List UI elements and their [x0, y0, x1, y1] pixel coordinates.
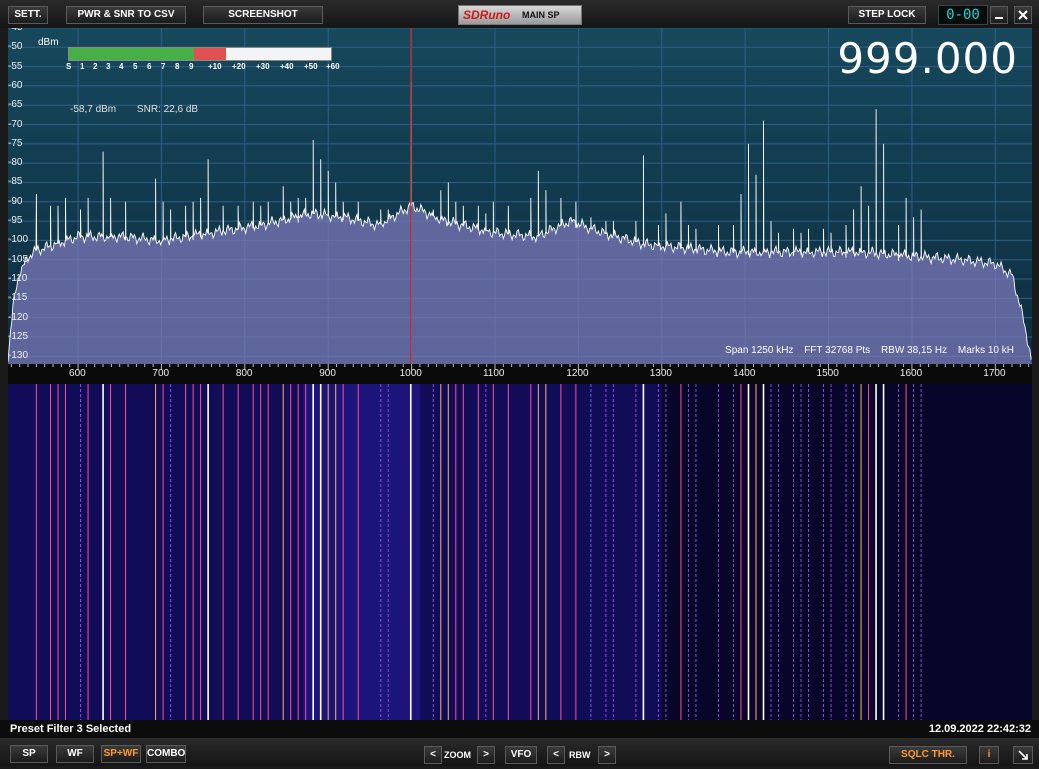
power-tick-label: -105: [8, 253, 29, 265]
s-meter-level: [69, 48, 194, 60]
power-tick-label: -70: [8, 118, 23, 130]
close-button[interactable]: [1014, 6, 1032, 24]
sp-wf-mode-button[interactable]: SP+WF: [101, 745, 141, 763]
power-tick-label: -95: [8, 215, 23, 227]
fft-info: Span 1250 kHz FFT 32768 Pts RBW 38,15 Hz…: [717, 345, 1014, 356]
power-tick-label: -50: [8, 41, 23, 53]
screenshot-button[interactable]: SCREENSHOT: [203, 6, 323, 24]
s-meter-scale-label: 2: [93, 62, 98, 71]
status-message: Preset Filter 3 Selected: [10, 723, 132, 735]
power-tick-label: -120: [8, 311, 29, 323]
signal-readout: -58,7 dBm SNR: 22,6 dB: [70, 104, 216, 115]
s-meter-overload: [194, 48, 226, 60]
frequency-axis[interactable]: 600 700 800 900 1000 1100 1200 1300 1400 1500 1600…: [8, 364, 1032, 384]
frequency-tick-label: 1700: [983, 368, 1006, 379]
power-tick-label: -90: [8, 195, 23, 207]
rbw-increase-button[interactable]: >: [598, 746, 616, 764]
sp-mode-button[interactable]: SP: [10, 745, 48, 763]
power-tick-label: -100: [8, 234, 29, 246]
s-meter-scale-label: 6: [147, 62, 152, 71]
span-info: Span 1250 kHz: [725, 345, 794, 356]
rbw-label: RBW: [569, 750, 591, 760]
frequency-tick-label: 1400: [733, 368, 756, 379]
settings-button[interactable]: SETT.: [8, 6, 48, 24]
vfo-button[interactable]: VFO: [505, 746, 537, 764]
power-tick-label: -130: [8, 350, 29, 362]
frequency-tick-label: 900: [319, 368, 336, 379]
minimize-button[interactable]: [990, 6, 1008, 24]
channel-display: 0-00: [938, 5, 988, 25]
s-meter-scale-label: 8: [175, 62, 180, 71]
frequency-tick-label: 1600: [899, 368, 923, 379]
s-meter-scale-label: 9: [189, 62, 194, 71]
waterfall-plot[interactable]: [8, 384, 1032, 720]
resize-icon: [1018, 750, 1028, 760]
frequency-tick-label: 1500: [816, 368, 839, 379]
power-tick-label: -125: [8, 330, 29, 342]
spectrum-display[interactable]: -45 -50 -55 -60 -65 -70 -75 -80 -85 -90 -95 -100 -10…: [8, 28, 1032, 364]
zoom-out-button[interactable]: <: [424, 746, 442, 764]
sdruno-logo: SDRuno: [463, 8, 511, 22]
wf-mode-button[interactable]: WF: [56, 745, 94, 763]
s-meter-scale-label: +40: [280, 62, 294, 71]
snr-reading: SNR: 22,6 dB: [136, 104, 199, 115]
sqlc-threshold-button[interactable]: SQLC THR.: [889, 746, 967, 764]
waterfall-noise-band: [8, 384, 662, 720]
rbw-info: RBW 38,15 Hz: [880, 345, 948, 356]
power-tick-label: -110: [8, 273, 28, 285]
s-meter: [68, 47, 332, 61]
s-meter-scale-label: +10: [208, 62, 222, 71]
bottom-toolbar: SP WF SP+WF COMBO < ZOOM > VFO < RBW > S…: [0, 738, 1039, 766]
dbm-unit-label: dBm: [38, 37, 59, 48]
frequency-tick-label: 1100: [482, 368, 505, 379]
window-name: MAIN SP: [522, 10, 560, 20]
status-bar: Preset Filter 3 Selected 12.09.2022 22:4…: [0, 720, 1039, 738]
pwr-snr-to-csv-button[interactable]: PWR & SNR TO CSV: [66, 6, 186, 24]
step-lock-button[interactable]: STEP LOCK: [848, 6, 926, 24]
waterfall-display[interactable]: [8, 384, 1032, 720]
status-datetime: 12.09.2022 22:42:32: [928, 723, 1031, 735]
frequency-tick-label: 1200: [566, 368, 589, 379]
frequency-tick-label: 1000: [399, 368, 422, 379]
s-meter-scale-label: +20: [232, 62, 246, 71]
frequency-tick-label: 800: [235, 368, 253, 379]
s-meter-scale-label: 3: [106, 62, 111, 71]
frequency-tick-label: 1300: [649, 368, 672, 379]
s-meter-scale-label: +60: [326, 62, 340, 71]
resize-button[interactable]: [1013, 746, 1033, 764]
zoom-label: ZOOM: [444, 750, 471, 760]
frequency-tick-label: 600: [69, 368, 86, 379]
s-meter-scale-label: +50: [304, 62, 318, 71]
power-reading: -58,7 dBm: [70, 104, 117, 115]
s-meter-scale-label: 5: [133, 62, 138, 71]
marks-info: Marks 10 kH: [957, 345, 1014, 356]
rbw-decrease-button[interactable]: <: [547, 746, 565, 764]
minimize-icon: [995, 17, 1003, 19]
power-tick-label: -75: [8, 137, 23, 149]
info-button[interactable]: i: [979, 746, 999, 764]
frequency-tick-label: 700: [152, 368, 170, 379]
top-toolbar: SETT. PWR & SNR TO CSV SCREENSHOT SDRuno…: [0, 0, 1039, 28]
s-meter-scale: S 1 2 3 4 5 6 7 8 9 +10 +20 +30 +40 +50 +60: [66, 62, 340, 72]
window-title-bar[interactable]: SDRuno MAIN SP: [458, 5, 582, 25]
s-meter-scale-label: +30: [256, 62, 270, 71]
s-meter-scale-label: S: [66, 62, 72, 71]
combo-mode-button[interactable]: COMBO: [146, 745, 186, 763]
power-tick-label: -65: [8, 99, 23, 111]
power-tick-label: -115: [8, 292, 28, 304]
power-tick-label: -45: [8, 28, 22, 33]
s-meter-scale-label: 1: [80, 62, 85, 71]
close-icon: [1018, 10, 1028, 20]
fft-points-info: FFT 32768 Pts: [804, 345, 871, 356]
power-tick-label: -55: [8, 60, 23, 72]
power-tick-label: -85: [8, 176, 23, 188]
power-tick-label: -60: [8, 79, 23, 91]
frequency-display[interactable]: 999.000: [837, 34, 1018, 83]
s-meter-scale-label: 7: [161, 62, 166, 71]
s-meter-scale-label: 4: [119, 62, 124, 71]
zoom-in-button[interactable]: >: [477, 746, 495, 764]
power-tick-label: -80: [8, 157, 23, 169]
